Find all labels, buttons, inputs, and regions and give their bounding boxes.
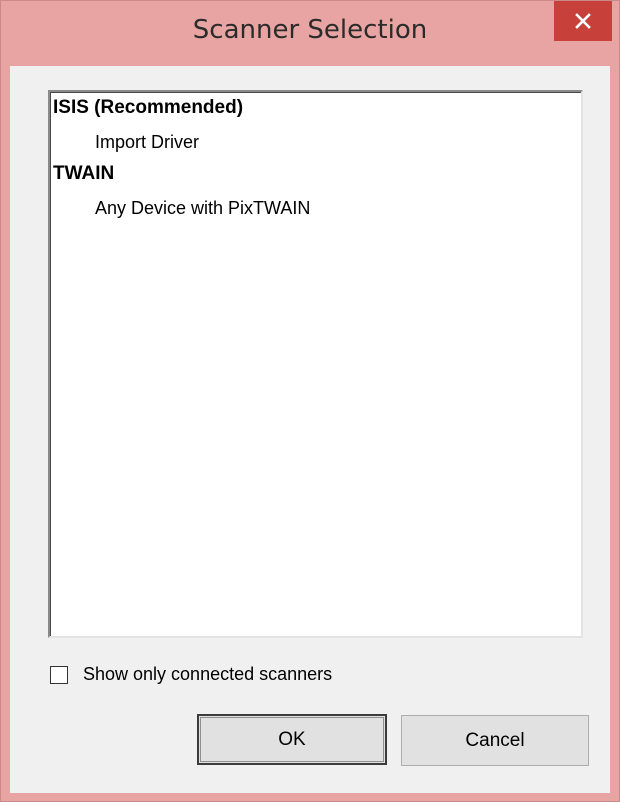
dialog-title: Scanner Selection bbox=[192, 15, 428, 45]
show-connected-row[interactable]: Show only connected scanners bbox=[50, 664, 332, 685]
show-connected-checkbox[interactable] bbox=[50, 665, 68, 684]
scanner-list[interactable]: ISIS (Recommended) Import Driver TWAIN A… bbox=[48, 90, 583, 638]
dialog-client-area: ISIS (Recommended) Import Driver TWAIN A… bbox=[10, 66, 610, 793]
close-icon bbox=[575, 13, 591, 29]
cancel-button[interactable]: Cancel bbox=[401, 715, 589, 766]
title-bar[interactable]: Scanner Selection bbox=[1, 1, 619, 67]
list-item-pixtwain[interactable]: Any Device with PixTWAIN bbox=[95, 198, 310, 219]
show-connected-label[interactable]: Show only connected scanners bbox=[83, 664, 332, 685]
group-header-twain[interactable]: TWAIN bbox=[53, 163, 114, 185]
list-item-import-driver[interactable]: Import Driver bbox=[95, 132, 199, 153]
close-button[interactable] bbox=[554, 1, 612, 41]
scanner-selection-dialog: Scanner Selection ISIS (Recommended) Imp… bbox=[0, 0, 620, 802]
group-header-isis[interactable]: ISIS (Recommended) bbox=[53, 97, 243, 119]
ok-button[interactable]: OK bbox=[197, 714, 387, 765]
